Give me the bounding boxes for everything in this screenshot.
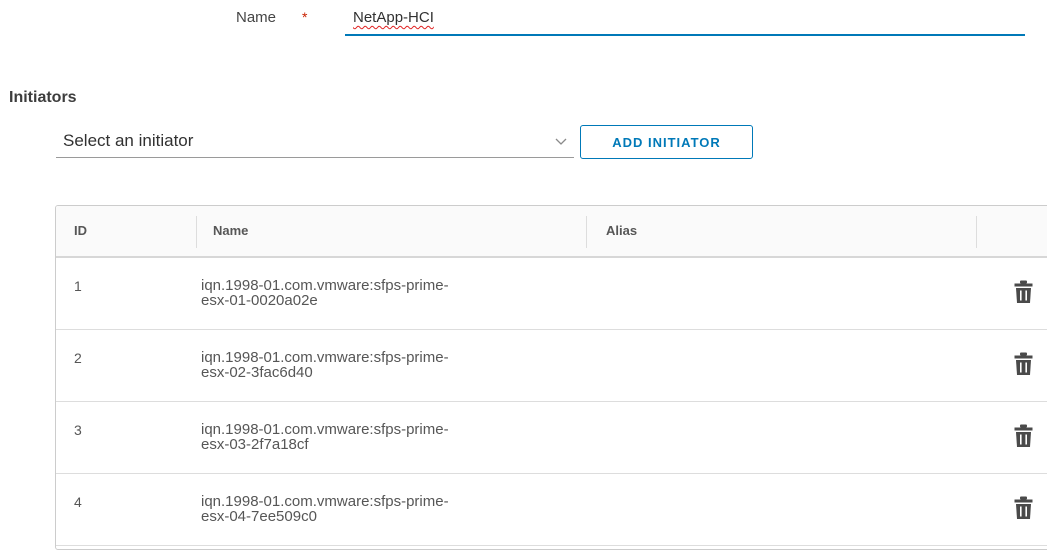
row-name-line: iqn.1998-01.com.vmware:sfps-prime-	[201, 349, 449, 366]
column-divider[interactable]	[586, 216, 587, 248]
table-row: 1 iqn.1998-01.com.vmware:sfps-prime- esx…	[56, 258, 1047, 330]
row-id: 3	[74, 422, 82, 438]
name-label: Name	[236, 9, 277, 26]
row-id: 4	[74, 494, 82, 510]
row-name: iqn.1998-01.com.vmware:sfps-prime- esx-0…	[201, 278, 581, 308]
trash-icon[interactable]	[1014, 352, 1033, 376]
required-marker: *	[302, 9, 308, 25]
trash-icon[interactable]	[1014, 496, 1033, 520]
column-header-name[interactable]: Name	[213, 206, 248, 256]
trash-icon[interactable]	[1014, 424, 1033, 448]
row-name: iqn.1998-01.com.vmware:sfps-prime- esx-0…	[201, 494, 581, 524]
initiator-select[interactable]: Select an initiator	[56, 126, 574, 158]
table-row: 3 iqn.1998-01.com.vmware:sfps-prime- esx…	[56, 402, 1047, 474]
initiator-select-value[interactable]: Select an initiator	[63, 131, 193, 151]
column-header-alias[interactable]: Alias	[606, 206, 637, 256]
initiators-heading: Initiators	[9, 89, 77, 106]
column-divider[interactable]	[196, 216, 197, 248]
table-row: 2 iqn.1998-01.com.vmware:sfps-prime- esx…	[56, 330, 1047, 402]
row-name: iqn.1998-01.com.vmware:sfps-prime- esx-0…	[201, 422, 581, 452]
column-header-id[interactable]: ID	[74, 206, 87, 256]
chevron-down-icon[interactable]	[554, 134, 568, 148]
row-id: 1	[74, 278, 82, 294]
row-name-line: esx-03-2f7a18cf	[201, 436, 309, 453]
name-input[interactable]: NetApp-HCI	[345, 6, 1025, 36]
row-name-line: esx-01-0020a02e	[201, 292, 318, 309]
name-input-value[interactable]: NetApp-HCI	[353, 9, 434, 26]
table-header: ID Name Alias	[56, 206, 1047, 258]
table-row: 4 iqn.1998-01.com.vmware:sfps-prime- esx…	[56, 474, 1047, 546]
row-name-line: esx-04-7ee509c0	[201, 508, 317, 525]
add-initiator-button[interactable]: ADD INITIATOR	[580, 125, 753, 159]
row-name-line: iqn.1998-01.com.vmware:sfps-prime-	[201, 277, 449, 294]
add-initiator-button-label: ADD INITIATOR	[612, 134, 721, 150]
row-name: iqn.1998-01.com.vmware:sfps-prime- esx-0…	[201, 350, 581, 380]
row-id: 2	[74, 350, 82, 366]
trash-icon[interactable]	[1014, 280, 1033, 304]
row-name-line: iqn.1998-01.com.vmware:sfps-prime-	[201, 493, 449, 510]
column-divider[interactable]	[976, 216, 977, 248]
row-name-line: esx-02-3fac6d40	[201, 364, 313, 381]
row-name-line: iqn.1998-01.com.vmware:sfps-prime-	[201, 421, 449, 438]
initiators-table: ID Name Alias 1 iqn.1998-01.com.vmware:s…	[55, 205, 1047, 550]
